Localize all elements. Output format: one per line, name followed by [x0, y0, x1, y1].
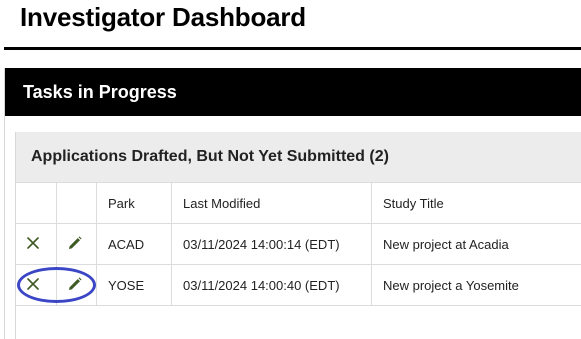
- column-header-edit: [56, 183, 97, 224]
- table-header-row: Park Last Modified Study Title: [16, 183, 581, 224]
- panel-header: Tasks in Progress: [5, 68, 581, 116]
- last-modified-cell: 03/11/2024 14:00:40 (EDT): [171, 264, 372, 306]
- column-header-delete: [16, 183, 57, 224]
- drafted-applications-card: Applications Drafted, But Not Yet Submit…: [15, 132, 581, 339]
- table-row: ACAD 03/11/2024 14:00:14 (EDT) New proje…: [16, 223, 581, 265]
- park-cell: ACAD: [96, 223, 172, 265]
- column-header-park[interactable]: Park: [96, 183, 172, 224]
- card-title: Applications Drafted, But Not Yet Submit…: [31, 148, 389, 165]
- tasks-panel: Tasks in Progress Applications Drafted, …: [4, 68, 581, 339]
- column-header-last-modified[interactable]: Last Modified: [171, 183, 372, 224]
- applications-table: Park Last Modified Study Title ACAD 03/1…: [16, 183, 581, 306]
- table-row: YOSE 03/11/2024 14:00:40 (EDT) New proje…: [16, 264, 581, 306]
- delete-cell: [16, 223, 57, 265]
- pencil-icon[interactable]: [68, 276, 82, 291]
- study-title-cell: New project at Acadia: [371, 223, 581, 265]
- delete-cell: [16, 264, 57, 306]
- card-header: Applications Drafted, But Not Yet Submit…: [16, 132, 581, 183]
- pencil-icon[interactable]: [68, 235, 82, 250]
- edit-cell: [56, 264, 97, 306]
- edit-cell: [56, 223, 97, 265]
- column-header-study-title[interactable]: Study Title: [371, 183, 581, 224]
- panel-title: Tasks in Progress: [23, 82, 177, 102]
- study-title-cell: New project a Yosemite: [371, 264, 581, 306]
- last-modified-cell: 03/11/2024 14:00:14 (EDT): [171, 223, 372, 265]
- park-cell: YOSE: [96, 264, 172, 306]
- close-icon[interactable]: [27, 236, 39, 249]
- page-title: Investigator Dashboard: [20, 2, 306, 32]
- title-divider: [4, 47, 581, 50]
- close-icon[interactable]: [27, 277, 39, 290]
